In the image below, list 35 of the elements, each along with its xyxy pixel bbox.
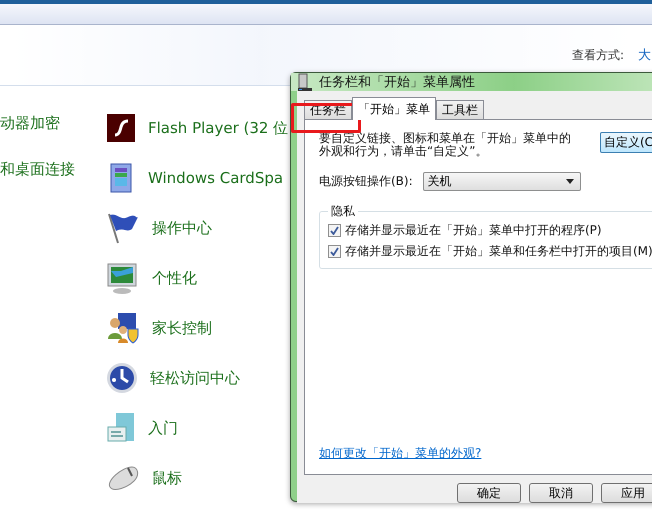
control-panel-link[interactable]: 操作中心 [152,218,212,238]
control-panel-link[interactable]: 动器加密 [0,114,100,133]
help-link[interactable]: 如何更改「开始」菜单的外观? [319,445,482,462]
control-panel-link[interactable]: Flash Player (32 位 [148,118,288,138]
control-panel-link[interactable]: 轻松访问中心 [150,368,240,388]
group-title: 隐私 [330,203,356,220]
checkbox-label: 存储并显示最近在「开始」菜单中打开的程序(P) [345,222,602,239]
customize-button[interactable]: 自定义(C [600,132,652,153]
highlight-frame [291,103,361,133]
power-button-label: 电源按钮操作(B): [319,173,413,190]
view-label: 查看方式: [572,46,624,64]
checkbox-label: 存储并显示最近在「开始」菜单和任务栏中打开的项目(M) [345,243,652,260]
clock-dial-icon [106,362,138,394]
swoosh-tile-icon [106,113,136,143]
description-text: 要自定义链接、图标和菜单在「开始」菜单中的外观和行为，请单击“自定义”。 [319,132,572,158]
dialog-button[interactable]: 取消 [529,483,593,503]
tab[interactable]: 「开始」菜单 [352,97,436,120]
caret-icon [566,179,574,184]
window-title: 任务栏和「开始」菜单属性 [319,74,475,91]
checkbox[interactable] [328,224,341,237]
tab[interactable]: 工具栏 [436,100,484,119]
control-panel-link[interactable]: 和桌面连接 [0,160,100,179]
control-panel-link[interactable]: 鼠标 [152,468,182,488]
checkbox[interactable] [328,245,341,258]
control-panel-link[interactable]: 入门 [148,418,178,438]
control-panel-link[interactable]: 家长控制 [152,318,212,338]
power-action-dropdown[interactable]: 关机 [422,172,581,191]
flag-icon [106,211,140,245]
people-shield-icon [106,311,140,345]
control-panel-link[interactable]: 个性化 [152,268,197,288]
taskbar-icon [297,73,313,91]
dialog-button[interactable]: 应用 [601,483,652,503]
control-panel-link[interactable]: Windows CardSpa [148,169,284,187]
view-mode-link[interactable]: 大 [638,46,652,64]
dialog-button[interactable]: 确定 [457,483,521,503]
